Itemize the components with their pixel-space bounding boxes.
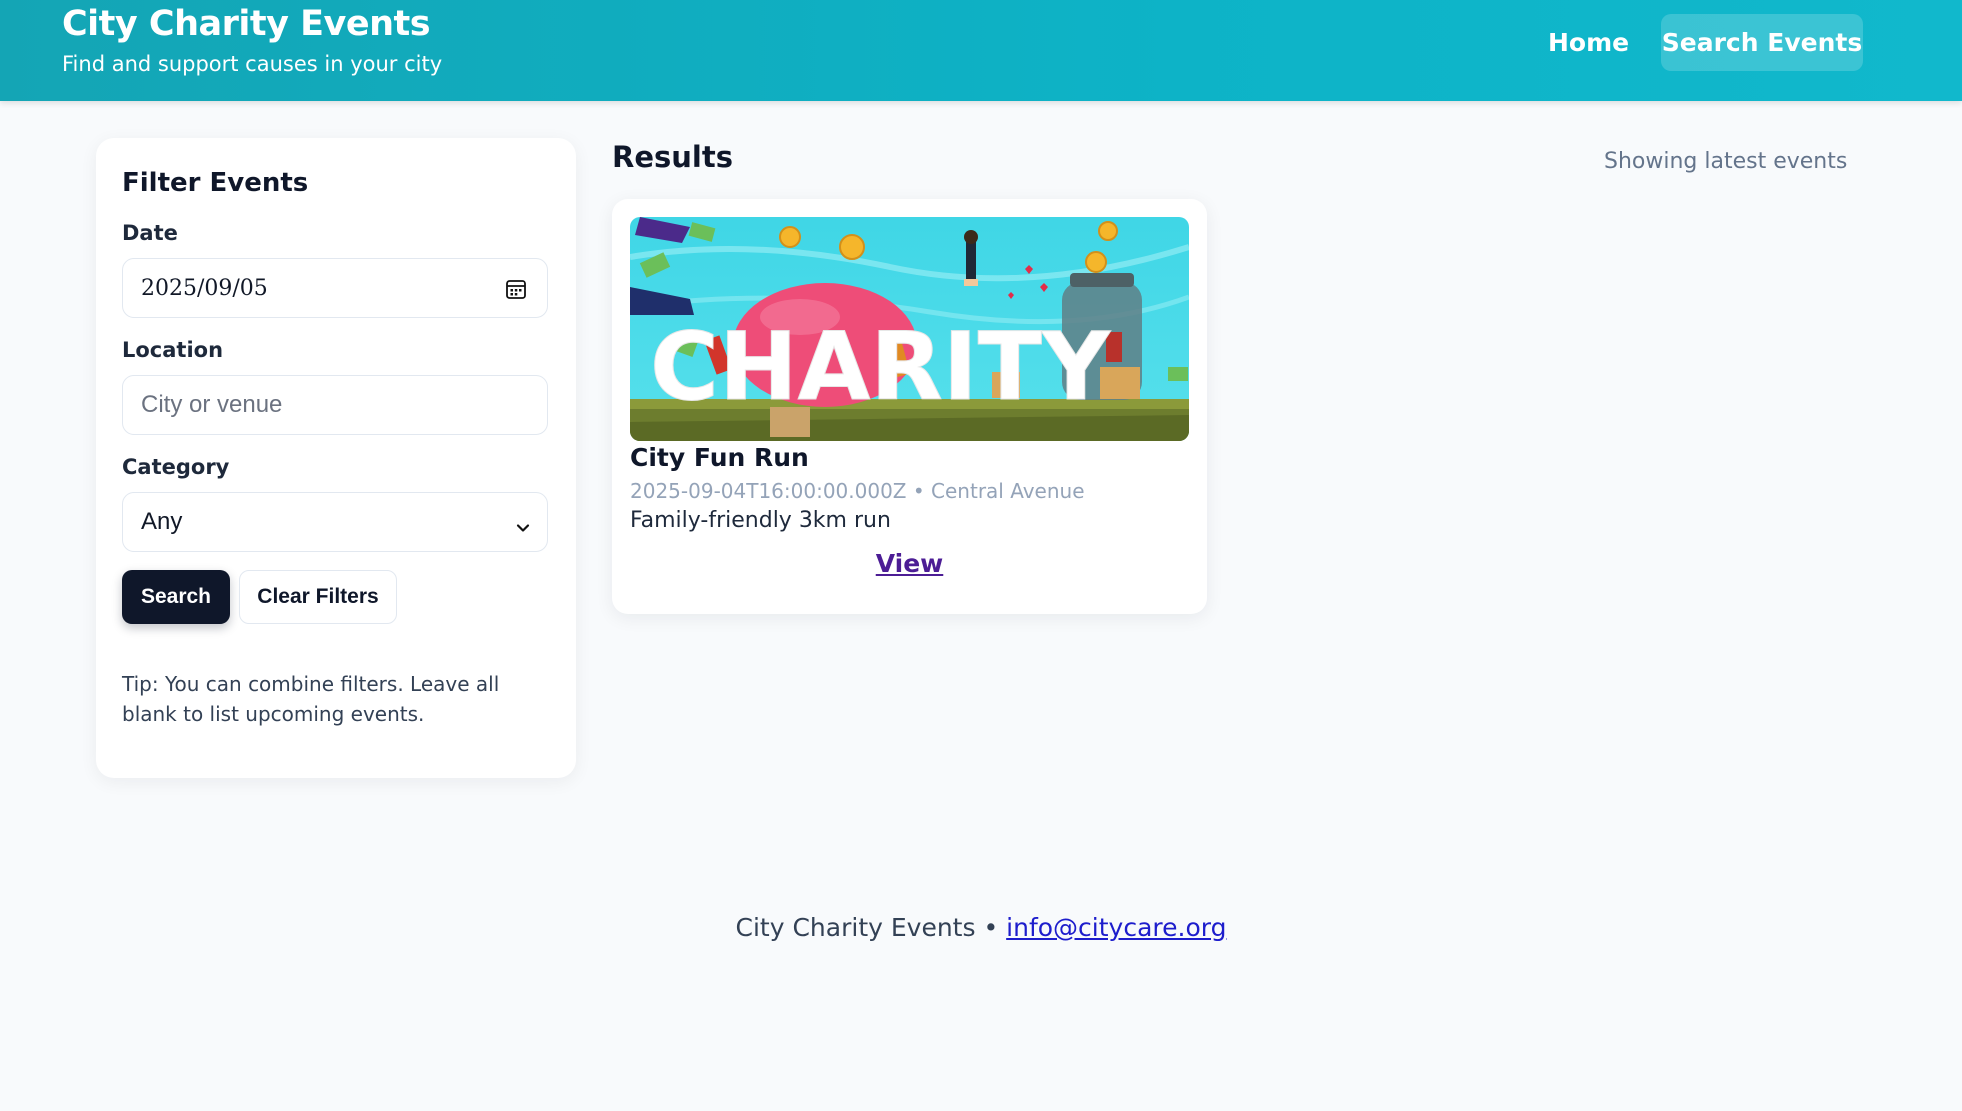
date-field[interactable]: 2025/09/05 — [122, 258, 548, 318]
category-label: Category — [122, 455, 230, 479]
view-event-link-text[interactable]: View — [876, 549, 944, 578]
results-title: Results — [612, 140, 733, 174]
calendar-icon[interactable] — [505, 278, 527, 306]
event-name: City Fun Run — [630, 443, 809, 472]
event-description: Family-friendly 3km run — [630, 508, 891, 533]
event-datetime: 2025-09-04T16:00:00.000Z — [630, 479, 907, 503]
date-label: Date — [122, 221, 178, 245]
chevron-down-icon — [515, 515, 531, 542]
results-status: Showing latest events — [1604, 149, 1848, 174]
location-placeholder: City or venue — [141, 391, 283, 418]
filter-panel: Filter Events Date 2025/09/05 Location C… — [96, 138, 576, 778]
site-title: City Charity Events — [62, 4, 431, 44]
location-label: Location — [122, 338, 224, 362]
site-subtitle: Find and support causes in your city — [62, 52, 443, 76]
event-image: CHARITY — [630, 217, 1189, 441]
location-input[interactable]: City or venue — [122, 375, 548, 435]
meta-separator: • — [912, 479, 925, 503]
footer-text: City Charity Events • — [735, 913, 999, 942]
footer: City Charity Events • info@citycare.org — [0, 913, 1962, 942]
date-value: 2025/09/05 — [141, 275, 268, 301]
top-header: City Charity Events Find and support cau… — [0, 0, 1962, 101]
search-button[interactable]: Search — [122, 570, 230, 624]
filter-tip: Tip: You can combine filters. Leave all … — [122, 672, 500, 726]
category-select[interactable]: Any — [122, 492, 548, 552]
clear-filters-button[interactable]: Clear Filters — [239, 570, 397, 624]
event-card: CHARITY City Fun Run 2025-09-04T16:00:00… — [612, 199, 1207, 614]
footer-email-link[interactable]: info@citycare.org — [1006, 913, 1226, 942]
category-selected-value: Any — [141, 508, 183, 535]
nav-home-link[interactable]: Home — [1530, 22, 1647, 62]
event-meta: 2025-09-04T16:00:00.000Z • Central Avenu… — [630, 479, 1085, 503]
filter-panel-title: Filter Events — [122, 168, 309, 198]
charity-banner-text: CHARITY — [650, 313, 1111, 422]
event-venue: Central Avenue — [931, 479, 1085, 503]
view-event-link: View — [612, 549, 1207, 578]
nav-search-events-link[interactable]: Search Events — [1661, 14, 1863, 71]
